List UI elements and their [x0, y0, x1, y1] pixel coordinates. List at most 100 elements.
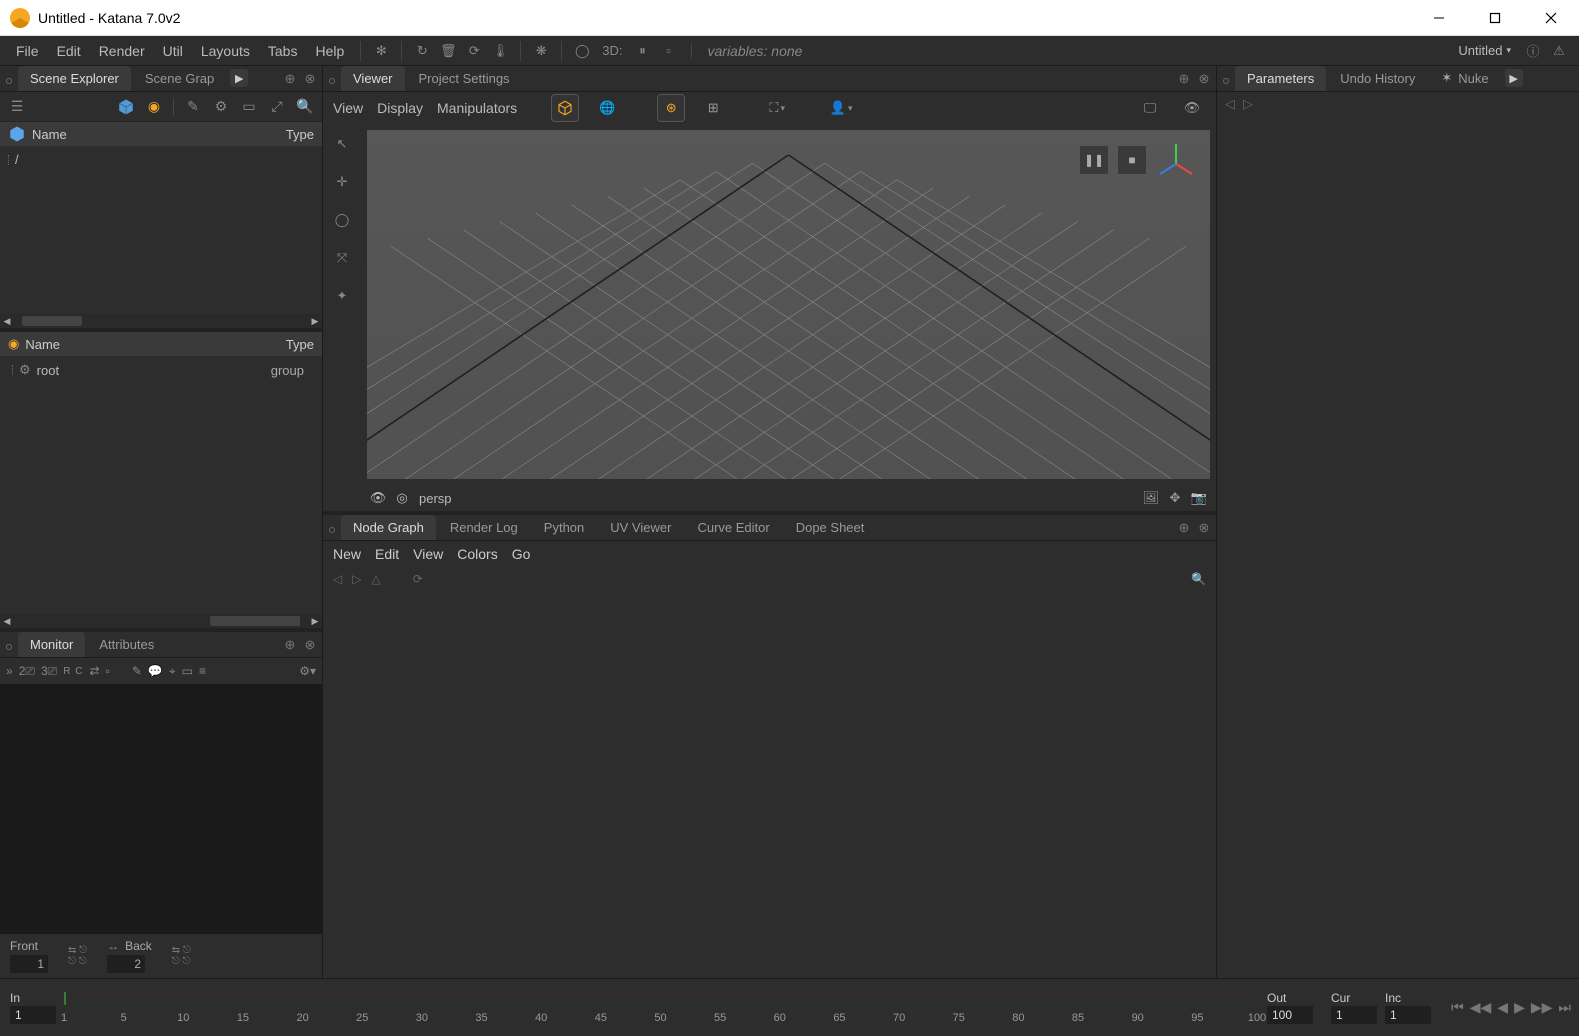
refresh-icon[interactable]: ↻ — [410, 39, 434, 63]
move-tool-icon[interactable]: ✛ — [330, 170, 354, 194]
ng-fwd-icon[interactable]: ▷ — [352, 572, 361, 586]
thermometer-icon[interactable]: 🌡 — [488, 39, 512, 63]
tabs-overflow-button[interactable]: ▶ — [1505, 69, 1523, 87]
panel-menu-icon[interactable] — [329, 78, 335, 84]
viewer-cube-icon[interactable] — [551, 94, 579, 122]
tree2-body[interactable]: ⚙root group — [0, 356, 322, 614]
vp-img-icon[interactable]: 🖼 — [1144, 491, 1158, 505]
tab-monitor[interactable]: Monitor — [18, 632, 85, 657]
timeline-cur-value[interactable]: 1 — [1331, 1006, 1377, 1024]
menu-util[interactable]: Util — [155, 39, 191, 63]
tree1-body[interactable]: / — [0, 146, 322, 314]
detach-icon[interactable]: ⊕ — [282, 71, 298, 87]
tab-python[interactable]: Python — [532, 515, 596, 540]
tab-uv-viewer[interactable]: UV Viewer — [598, 515, 683, 540]
detach-icon[interactable]: ⊕ — [1176, 71, 1192, 87]
transport-back-icon[interactable]: ◀ — [1497, 999, 1508, 1016]
ng-search-icon[interactable]: 🔍 — [1191, 572, 1206, 586]
search-icon[interactable]: 🔍 — [294, 96, 316, 118]
layers-icon[interactable]: ☰ — [6, 96, 28, 118]
circle-icon[interactable]: ◯ — [570, 39, 594, 63]
viewer-menu-display[interactable]: Display — [377, 100, 423, 116]
variables-label[interactable]: variables: none — [691, 43, 803, 59]
transport-last-icon[interactable]: ⏭ — [1558, 999, 1571, 1016]
transport-play-icon[interactable]: ▶ — [1514, 999, 1525, 1016]
pencil-icon[interactable]: ✎ — [182, 96, 204, 118]
mon-tgt-icon[interactable]: ⌖ — [169, 664, 176, 679]
trash-icon[interactable]: 🗑 — [436, 39, 460, 63]
tab-node-graph[interactable]: Node Graph — [341, 515, 436, 540]
mon-proxy-icon[interactable]: ▫ — [106, 664, 110, 678]
tab-attributes[interactable]: Attributes — [87, 632, 166, 657]
box-icon[interactable]: ▭ — [238, 96, 260, 118]
param-fwd-icon[interactable]: ▷ — [1243, 96, 1253, 112]
project-dropdown[interactable]: Untitled▾ — [1450, 43, 1519, 58]
tab-parameters[interactable]: Parameters — [1235, 66, 1326, 91]
monitor-front-value[interactable]: 1 — [10, 955, 48, 973]
mon-3d-toggle[interactable]: 3⎚ — [41, 664, 57, 679]
vp-target-icon[interactable]: ◎ — [395, 491, 409, 505]
vp-move-icon[interactable]: ✥ — [1168, 491, 1182, 505]
timeline-ruler[interactable]: 1510152025303540455055606570758085909510… — [64, 979, 1257, 1036]
ng-menu-new[interactable]: New — [333, 546, 361, 562]
menu-file[interactable]: File — [8, 39, 47, 63]
tree1-root-row[interactable]: / — [8, 150, 314, 169]
mon-box-icon[interactable]: ▭ — [182, 664, 193, 678]
mon-2d-toggle[interactable]: 2⎚ — [19, 664, 35, 679]
param-back-icon[interactable]: ◁ — [1225, 96, 1235, 112]
timeline-out-value[interactable]: 100 — [1267, 1006, 1313, 1024]
close-panel-icon[interactable]: ⊗ — [302, 637, 318, 653]
transport-next-icon[interactable]: ▶▶ — [1531, 999, 1553, 1016]
mon-pencil-icon[interactable]: ✎ — [132, 664, 142, 678]
close-panel-icon[interactable]: ⊗ — [302, 71, 318, 87]
viewer-user-dropdown[interactable]: 👤 — [827, 94, 855, 122]
rotate-tool-icon[interactable]: ◯ — [330, 208, 354, 232]
pause-icon[interactable]: ⏸ — [631, 39, 655, 63]
close-panel-icon[interactable]: ⊗ — [1196, 71, 1212, 87]
viewer-windows-icon[interactable]: ⊞ — [699, 94, 727, 122]
vp-camera-icon[interactable]: 📷 — [1192, 491, 1206, 505]
flare-icon[interactable]: ❋ — [529, 39, 553, 63]
transport-prev-icon[interactable]: ◀◀ — [1470, 999, 1492, 1016]
ng-menu-go[interactable]: Go — [512, 546, 531, 562]
parameters-body[interactable] — [1217, 116, 1579, 978]
gear2-icon[interactable]: ⚙ — [210, 96, 232, 118]
mon-layers-icon[interactable]: ≡ — [199, 664, 206, 678]
maximize-button[interactable] — [1467, 0, 1523, 36]
monitor-lock1-icon[interactable]: ⇆ ⎋⎋ ⎋ — [68, 945, 87, 967]
panel-menu-icon[interactable] — [6, 78, 12, 84]
menu-edit[interactable]: Edit — [49, 39, 89, 63]
vp-eye-icon[interactable]: 👁 — [371, 491, 385, 505]
tab-nuke[interactable]: ✶Nuke — [1429, 65, 1500, 91]
ng-menu-view[interactable]: View — [413, 546, 443, 562]
tree1-hscroll[interactable]: ◀▶ — [0, 314, 322, 328]
transform-tool-icon[interactable]: ✦ — [330, 284, 354, 308]
timeline-inc-value[interactable]: 1 — [1385, 1006, 1431, 1024]
cube-icon[interactable] — [115, 96, 137, 118]
info-icon[interactable]: ⓘ — [1521, 39, 1545, 63]
detach-icon[interactable]: ⊕ — [282, 637, 298, 653]
viewer-eye-icon[interactable]: 👁 — [1178, 94, 1206, 122]
tree2-hscroll[interactable]: ◀▶ — [0, 614, 322, 628]
node-graph-canvas[interactable] — [323, 591, 1216, 978]
tabs-overflow-button[interactable]: ▶ — [230, 69, 248, 87]
mon-link-icon[interactable]: ⇄ — [90, 664, 100, 678]
minimize-button[interactable] — [1411, 0, 1467, 36]
viewer-monitor-icon[interactable]: 🖵 — [1136, 94, 1164, 122]
tab-curve-editor[interactable]: Curve Editor — [685, 515, 781, 540]
detach-icon[interactable]: ⊕ — [1176, 520, 1192, 536]
ng-back-icon[interactable]: ◁ — [333, 572, 342, 586]
viewport-canvas[interactable]: ❚❚ ■ — [367, 130, 1210, 479]
camera-name[interactable]: persp — [419, 491, 452, 506]
menu-help[interactable]: Help — [307, 39, 352, 63]
menu-layouts[interactable]: Layouts — [193, 39, 258, 63]
close-button[interactable] — [1523, 0, 1579, 36]
expand-icon[interactable]: ⤢ — [266, 96, 288, 118]
swirl-icon[interactable]: ◉ — [143, 96, 165, 118]
monitor-lock2-icon[interactable]: ⇆ ⎋⎋ ⎋ — [172, 945, 191, 967]
monitor-back-value[interactable]: 2 — [107, 955, 145, 973]
menu-tabs[interactable]: Tabs — [260, 39, 306, 63]
ng-menu-colors[interactable]: Colors — [457, 546, 497, 562]
tab-render-log[interactable]: Render Log — [438, 515, 530, 540]
viewer-menu-manipulators[interactable]: Manipulators — [437, 100, 517, 116]
